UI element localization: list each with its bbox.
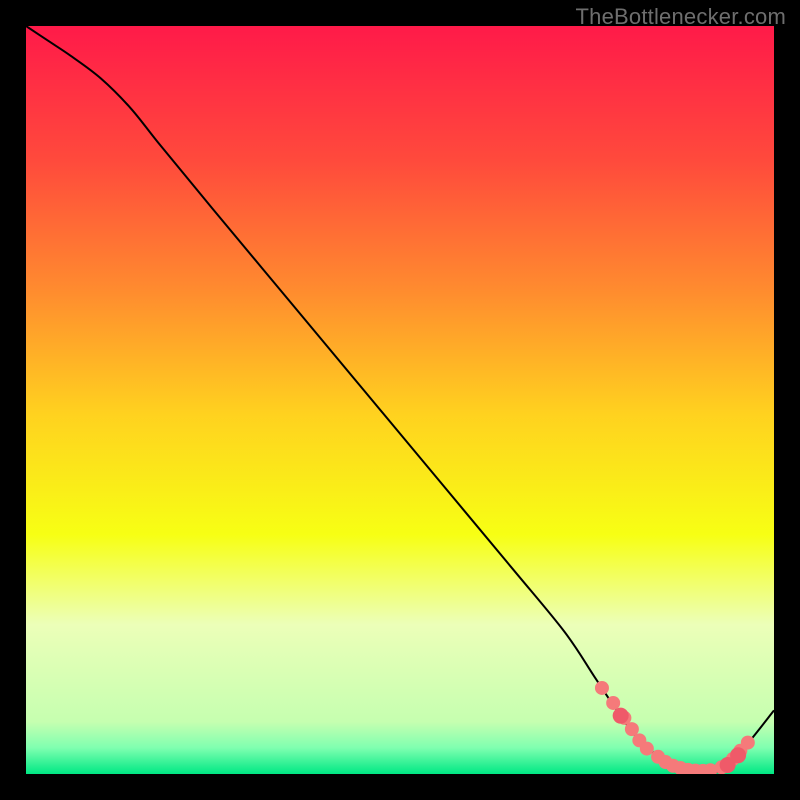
highlight-dot: [741, 736, 755, 750]
plot-background: [26, 26, 774, 774]
highlight-dot: [613, 708, 629, 724]
highlight-dot: [640, 742, 654, 756]
highlight-dot: [595, 681, 609, 695]
watermark-text: TheBottlenecker.com: [576, 4, 786, 30]
highlight-dot: [606, 696, 620, 710]
chart-svg: [26, 26, 774, 774]
chart-frame: TheBottlenecker.com: [0, 0, 800, 800]
highlight-dot: [730, 747, 746, 763]
